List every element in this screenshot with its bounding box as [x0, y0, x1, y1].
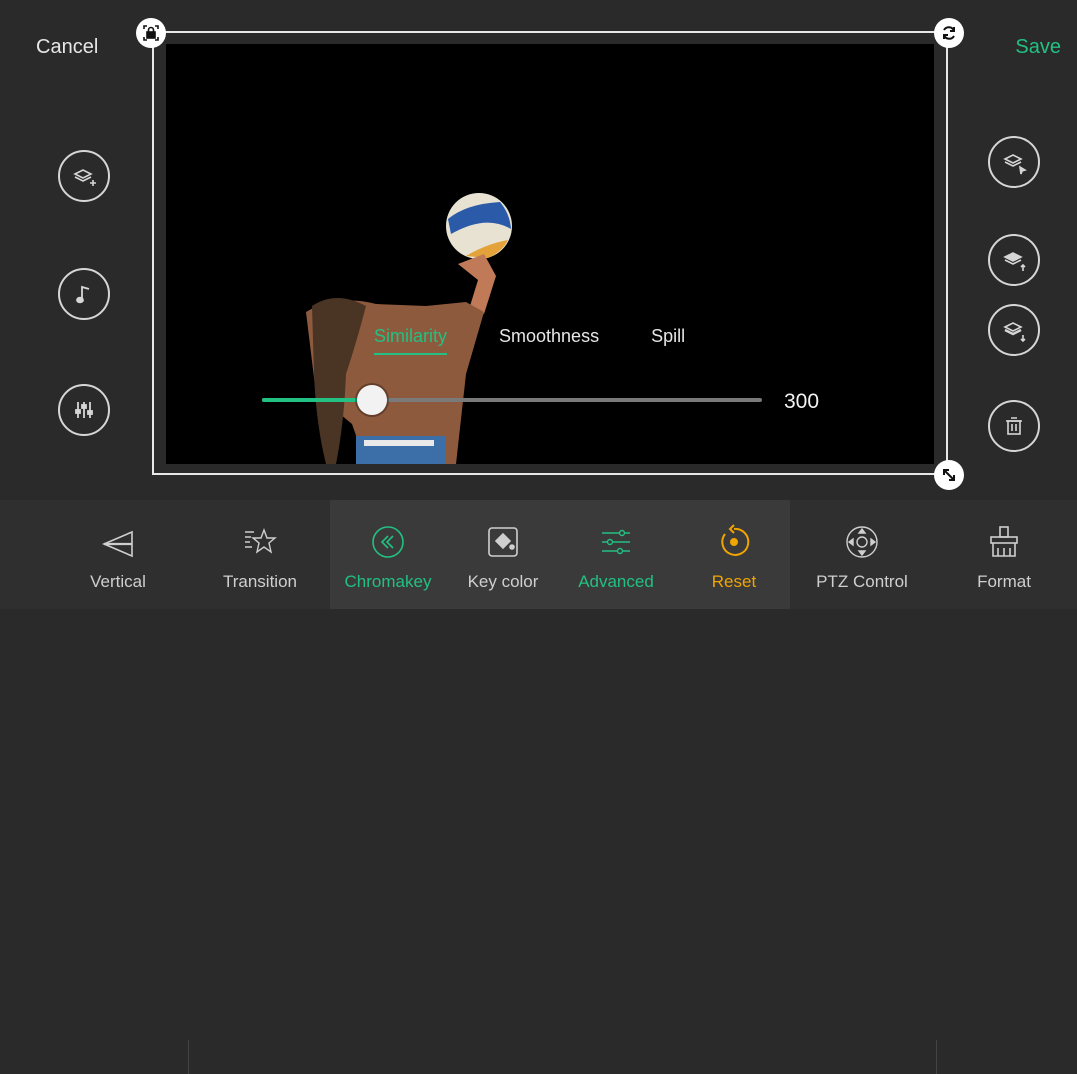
save-button[interactable]: Save	[1015, 36, 1061, 59]
tool-label: Format	[977, 572, 1031, 591]
tool-key-color[interactable]: Key color	[458, 500, 548, 609]
transition-star-icon	[245, 528, 277, 554]
vertical-flip-icon	[101, 530, 133, 558]
cancel-button[interactable]: Cancel	[36, 36, 98, 59]
tab-similarity[interactable]: Similarity	[374, 326, 448, 355]
audio-mixer-button[interactable]	[58, 384, 110, 436]
toolbar-divider	[936, 1040, 937, 1074]
ptz-control-icon	[846, 526, 878, 558]
music-button[interactable]	[58, 268, 110, 320]
add-layer-button[interactable]	[58, 150, 110, 202]
resize-icon	[943, 469, 955, 481]
tool-advanced[interactable]: Advanced	[570, 500, 662, 609]
music-note-icon	[76, 285, 90, 304]
tool-label: Advanced	[578, 572, 654, 591]
tool-label: Chromakey	[344, 572, 432, 591]
tool-label: Key color	[467, 572, 539, 591]
slider-thumb[interactable]	[357, 385, 387, 415]
tool-transition[interactable]: Transition	[212, 500, 308, 609]
chromakey-icon	[372, 526, 404, 558]
tab-spill[interactable]: Spill	[651, 326, 685, 355]
trash-icon	[1006, 417, 1022, 435]
layer-down-button[interactable]	[988, 304, 1040, 356]
select-layer-icon	[1003, 154, 1027, 175]
tool-ptz-control[interactable]: PTZ Control	[800, 500, 924, 609]
slider-fill	[262, 398, 372, 402]
chromakey-tabs: Similarity Smoothness Spill	[374, 326, 685, 355]
resize-button[interactable]	[934, 460, 964, 490]
layer-up-icon	[1003, 252, 1026, 271]
tool-label: Reset	[711, 572, 757, 591]
tool-chromakey[interactable]: Chromakey	[338, 500, 438, 609]
rotate-button[interactable]	[934, 18, 964, 48]
rotate-icon	[943, 26, 955, 40]
key-color-icon	[488, 527, 518, 557]
lock-icon	[143, 25, 159, 41]
tool-format[interactable]: Format	[962, 500, 1046, 609]
add-layer-icon	[73, 169, 96, 186]
select-layer-button[interactable]	[988, 136, 1040, 188]
toolbar-divider	[188, 1040, 189, 1074]
slider-value: 300	[784, 390, 820, 413]
layer-up-button[interactable]	[988, 234, 1040, 286]
lock-button[interactable]	[136, 18, 166, 48]
tool-reset[interactable]: Reset	[694, 500, 774, 609]
format-brush-icon	[990, 526, 1018, 557]
similarity-slider[interactable]	[262, 385, 762, 415]
advanced-sliders-icon	[602, 529, 630, 555]
tool-vertical[interactable]: Vertical	[78, 500, 158, 609]
tool-label: PTZ Control	[816, 572, 908, 591]
tool-label: Vertical	[90, 572, 146, 591]
bottom-toolbar: Vertical Transition Chromakey Key color …	[0, 500, 1077, 1074]
layer-down-icon	[1003, 322, 1026, 343]
tab-smoothness[interactable]: Smoothness	[499, 326, 599, 355]
reset-icon	[721, 524, 750, 556]
tool-label: Transition	[222, 572, 297, 591]
mixer-icon	[75, 402, 93, 418]
delete-button[interactable]	[988, 400, 1040, 452]
